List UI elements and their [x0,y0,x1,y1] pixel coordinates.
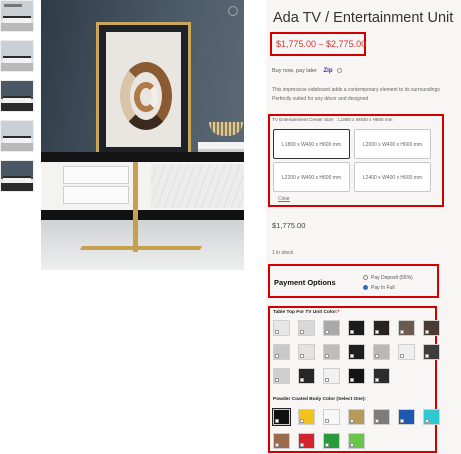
thumbnail-1[interactable] [0,0,34,32]
pay-in-full-radio[interactable] [363,285,368,291]
zoom-icon[interactable] [228,6,238,16]
swatch-check-icon [300,330,304,334]
swatch-check-icon [275,419,279,423]
body-color-swatch[interactable] [348,409,365,425]
product-title: Ada TV / Entertainment Unit [273,10,454,26]
swatch-check-icon [325,378,329,382]
swatch-check-icon [350,330,354,334]
swatch-check-icon [275,330,279,334]
size-option-3[interactable]: L2200 x W400 x H600 mm [273,162,350,192]
body-color-swatch[interactable] [298,409,315,425]
body-color-title: Powder Coated Body Color (Select One): [273,397,367,402]
size-option-1[interactable]: L1800 x W400 x H600 mm [273,129,350,159]
swatch-check-icon [375,378,379,382]
body-color-swatch[interactable] [348,433,365,449]
wall-art [96,22,191,157]
swatch-check-icon [400,330,404,334]
body-color-swatch[interactable] [272,408,291,426]
swatch-check-icon [275,378,279,382]
table-top-swatch[interactable] [323,368,340,384]
swatch-check-icon [300,354,304,358]
table-top-swatch[interactable] [273,344,290,360]
table-top-swatch[interactable] [298,320,315,336]
table-top-swatch[interactable] [373,368,390,384]
required-mark: * [337,310,340,315]
table-top-swatch[interactable] [398,344,415,360]
table-top-swatch[interactable] [298,368,315,384]
table-top-swatch[interactable] [273,368,290,384]
pay-deposit-label: Pay Deposit (65%) [371,275,413,281]
main-product-image[interactable] [41,0,244,270]
swatch-check-icon [325,354,329,358]
body-color-swatch[interactable] [298,433,315,449]
pay-deposit-option[interactable]: Pay Deposit (65%) [363,275,413,281]
swatch-check-icon [275,354,279,358]
swatch-check-icon [275,443,279,447]
body-color-swatch[interactable] [273,433,290,449]
clear-link[interactable]: Clear [278,196,290,202]
table-top-swatch[interactable] [348,368,365,384]
table-top-swatch[interactable] [323,320,340,336]
table-top-color-label: Table Top For TV Unit Color: [273,310,338,315]
swatch-check-icon [300,378,304,382]
table-top-color-title: Table Top For TV Unit Color:* [273,310,339,315]
table-top-swatch[interactable] [423,320,440,336]
swatch-check-icon [350,419,354,423]
pay-later-text: Buy now, pay later [272,68,317,74]
swatch-check-icon [350,378,354,382]
table-top-swatch[interactable] [423,344,440,360]
size-option-2[interactable]: L2000 x W400 x H600 mm [354,129,431,159]
payment-options-title: Payment Options [274,278,336,287]
body-color-swatch[interactable] [323,409,340,425]
swatch-check-icon [375,419,379,423]
info-icon[interactable] [337,68,343,74]
swatch-check-icon [375,354,379,358]
pay-later-row: Buy now, pay later Zip [272,68,343,74]
thumbnail-4[interactable] [0,120,34,152]
pay-deposit-radio[interactable] [363,275,368,281]
swatch-check-icon [425,330,429,334]
pay-in-full-label: Pay In Full [371,285,395,291]
swatch-check-icon [325,330,329,334]
thumbnail-strip [0,0,34,200]
table-top-swatch[interactable] [298,344,315,360]
stock-status: 1 in stock [272,250,294,256]
table-top-swatch[interactable] [348,344,365,360]
size-option-4[interactable]: L2400 x W400 x H600 mm [354,162,431,192]
body-color-swatch[interactable] [323,433,340,449]
price-range: $1,775.00 – $2,775.00 [270,32,366,56]
product-description: This impressive sideboard adds a contemp… [272,87,440,102]
table-top-swatch[interactable] [373,344,390,360]
current-price: $1,775.00 [272,221,306,230]
swatch-check-icon [325,443,329,447]
table-top-swatch[interactable] [398,320,415,336]
thumbnail-2[interactable] [0,40,34,72]
size-label: TV Entertainment Center Size: : L1800 x … [272,117,393,122]
body-color-swatch[interactable] [423,409,440,425]
table-top-swatch[interactable] [273,320,290,336]
thumbnail-5[interactable] [0,160,34,192]
swatch-check-icon [400,419,404,423]
swatch-check-icon [425,419,429,423]
table-top-swatch[interactable] [323,344,340,360]
body-color-swatch[interactable] [373,409,390,425]
table-top-swatch[interactable] [373,320,390,336]
swatch-check-icon [325,419,329,423]
swatch-check-icon [375,330,379,334]
size-selector-highlight [268,114,444,207]
body-color-swatch[interactable] [398,409,415,425]
swatch-check-icon [300,443,304,447]
swatch-check-icon [350,354,354,358]
table-top-swatch[interactable] [348,320,365,336]
thumbnail-3[interactable] [0,80,34,112]
swatch-check-icon [425,354,429,358]
pay-in-full-option[interactable]: Pay In Full [363,285,395,291]
swatch-check-icon [300,419,304,423]
swatch-check-icon [400,354,404,358]
zip-logo[interactable]: Zip [323,68,332,74]
swatch-check-icon [350,443,354,447]
